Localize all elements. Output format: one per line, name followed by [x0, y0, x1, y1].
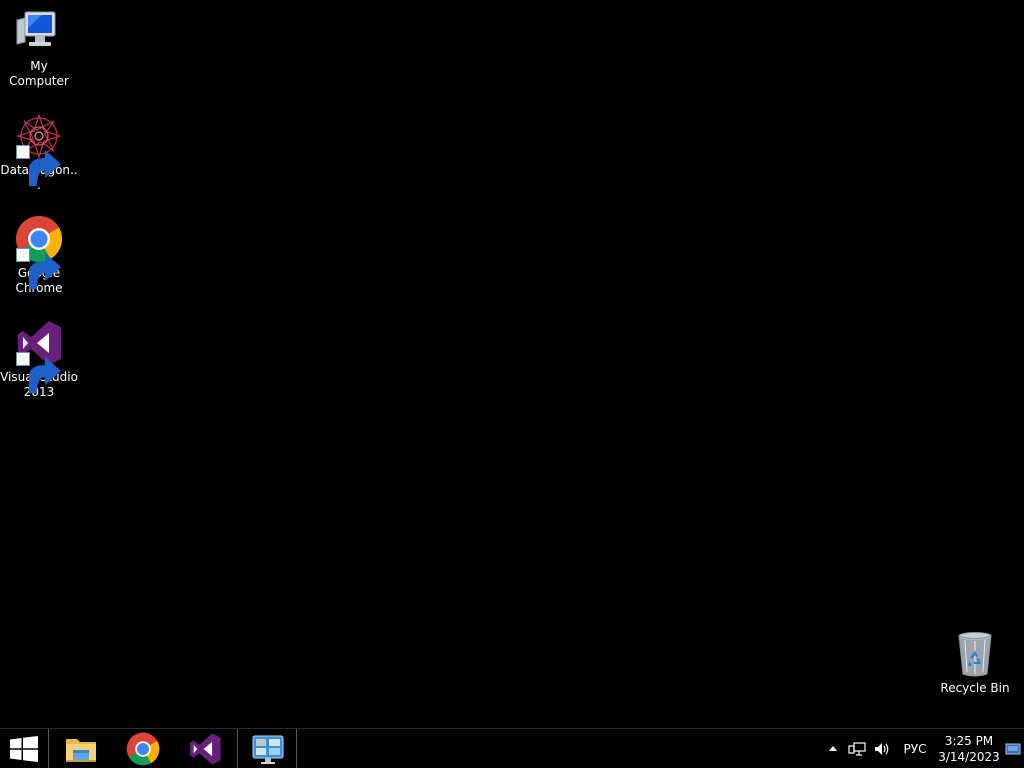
taskbar-separator [48, 729, 49, 768]
desktop-icon-label: My Computer [9, 59, 69, 88]
taskbar-app-google-chrome[interactable] [113, 729, 173, 768]
taskbar-app-file-explorer[interactable] [51, 729, 111, 768]
language-indicator: РУС [903, 741, 927, 756]
desktop-icon-google-chrome[interactable]: Google Chrome [0, 215, 78, 296]
desktop-icon-my-computer[interactable]: My Computer [0, 8, 78, 89]
chrome-icon [15, 215, 63, 289]
show-desktop-button[interactable] [1002, 729, 1024, 768]
clock-time: 3:25 PM [944, 733, 994, 748]
clock-date: 3/14/2023 [938, 749, 1000, 764]
start-button[interactable] [0, 729, 48, 768]
taskbar-app-visual-studio[interactable] [175, 729, 235, 768]
control-panel-icon [252, 735, 284, 764]
tray-overflow-button[interactable] [824, 729, 842, 768]
tray-volume-button[interactable] [871, 729, 893, 768]
shortcut-arrow-icon [16, 145, 61, 186]
datawagon-icon [15, 112, 63, 186]
action-center-icon [1005, 743, 1021, 754]
taskbar-app-control-panel[interactable] [238, 729, 298, 768]
windows-start-icon [10, 735, 38, 762]
network-icon [848, 741, 866, 756]
visual-studio-icon [15, 319, 63, 393]
desktop-icon-label: Recycle Bin [940, 681, 1010, 695]
shortcut-arrow-icon [16, 352, 61, 393]
chevron-up-icon [829, 745, 837, 751]
visual-studio-icon [190, 732, 221, 765]
speaker-icon [875, 742, 889, 755]
recycle-bin-icon [951, 630, 999, 678]
file-explorer-icon [66, 738, 96, 762]
my-computer-icon [15, 8, 63, 56]
tray-network-button[interactable] [846, 729, 868, 768]
taskbar: РУС 3:25 PM 3/14/2023 [0, 728, 1024, 768]
chrome-icon [126, 732, 160, 765]
desktop: My Computer DataWagon... Chrome Visual S… [0, 0, 1024, 728]
tray-clock[interactable]: 3:25 PM 3/14/2023 [936, 729, 1002, 768]
desktop-icon-visual-studio[interactable]: Visual Studio 2013 [0, 319, 78, 400]
tray-language-button[interactable]: РУС [898, 729, 932, 768]
desktop-icon-recycle-bin[interactable]: Recycle Bin [936, 630, 1014, 696]
taskbar-separator [296, 729, 297, 768]
shortcut-arrow-icon [16, 248, 61, 289]
desktop-icon-datawagon[interactable]: DataWagon... [0, 112, 78, 193]
